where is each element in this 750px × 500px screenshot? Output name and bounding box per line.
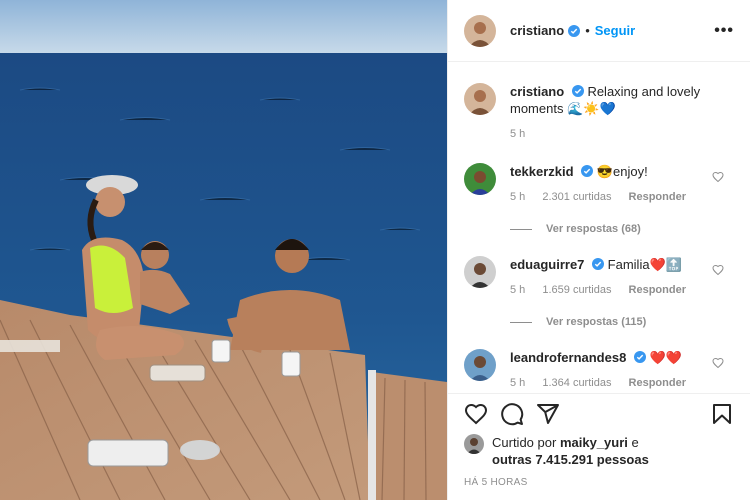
liker-avatar[interactable] [464,434,484,454]
caption-emoji: 🌊☀️💙 [567,101,616,116]
comment-item: tekkerzkid 😎enjoy! 5 h 2.301 curtidas Re… [464,163,734,206]
post-side-panel: cristiano • Seguir ••• cristiano Relaxin… [447,0,750,500]
verified-badge-icon [571,85,584,97]
header-separator: • [585,23,590,38]
author-username[interactable]: cristiano [510,23,564,38]
post-actions: Curtido por maiky_yuri e outras 7.415.29… [448,393,750,500]
view-replies-button[interactable]: Ver respostas (115) [510,316,646,328]
heart-icon[interactable] [712,171,724,183]
comments-list[interactable]: cristiano Relaxing and lovely moments 🌊☀… [448,63,750,393]
verified-badge-icon [633,351,646,363]
liked-by-others[interactable]: outras 7.415.291 pessoas [492,452,649,467]
liked-by-prefix: Curtido por [492,435,557,450]
comment-text: ❤️❤️ [649,350,682,365]
comment-time[interactable]: 5 h [510,284,525,296]
replies-divider [510,228,532,230]
comment-time[interactable]: 5 h [510,377,525,389]
comment-time[interactable]: 5 h [510,191,525,203]
bookmark-icon[interactable] [710,402,734,426]
view-replies-label: Ver respostas (115) [546,316,647,328]
more-options-icon[interactable]: ••• [714,22,734,40]
reply-button[interactable]: Responder [629,284,686,296]
comment-text: Familia❤️🔝 [607,257,682,272]
likes-summary[interactable]: Curtido por maiky_yuri e outras 7.415.29… [464,434,734,468]
reply-button[interactable]: Responder [629,191,686,203]
follow-button[interactable]: Seguir [595,23,635,38]
caption-username[interactable]: cristiano [510,84,564,99]
verified-badge-icon [581,165,594,177]
caption-avatar[interactable] [464,83,496,115]
comment-item: eduaguirre7 Familia❤️🔝 5 h 1.659 curtida… [464,256,734,299]
comment-username[interactable]: tekkerzkid [510,164,574,179]
liked-by-connector: e [631,435,639,450]
instagram-post-modal: cristiano • Seguir ••• cristiano Relaxin… [0,0,750,500]
verified-badge-icon [568,24,581,37]
view-replies-label: Ver respostas (68) [546,223,641,235]
comment-username[interactable]: leandrofernandes8 [510,350,626,365]
post-photo[interactable] [0,0,447,500]
post-timestamp[interactable]: HÁ 5 HORAS [464,477,734,488]
commenter-avatar[interactable] [464,163,496,195]
comment-likes[interactable]: 1.659 curtidas [542,284,611,296]
caption-time[interactable]: 5 h [510,128,525,140]
reply-button[interactable]: Responder [629,377,686,389]
comment-likes[interactable]: 2.301 curtidas [542,191,611,203]
share-icon[interactable] [536,402,560,426]
view-replies-button[interactable]: Ver respostas (68) [510,223,641,235]
commenter-avatar[interactable] [464,256,496,288]
commenter-avatar[interactable] [464,349,496,381]
comment-text: 😎enjoy! [596,164,648,179]
heart-icon[interactable] [712,264,724,276]
replies-divider [510,321,532,323]
author-avatar[interactable] [464,14,496,47]
comment-likes[interactable]: 1.364 curtidas [542,377,611,389]
caption: cristiano Relaxing and lovely moments 🌊☀… [464,83,734,143]
action-bar [464,394,734,434]
comment-username[interactable]: eduaguirre7 [510,257,584,272]
comment-item: leandrofernandes8 ❤️❤️ 5 h 1.364 curtida… [464,349,734,392]
comment-icon[interactable] [500,402,524,426]
post-header: cristiano • Seguir ••• [448,0,750,62]
heart-icon[interactable] [712,357,724,369]
verified-badge-icon [592,258,605,270]
heart-icon[interactable] [464,402,488,426]
liked-by-user[interactable]: maiky_yuri [560,435,628,450]
